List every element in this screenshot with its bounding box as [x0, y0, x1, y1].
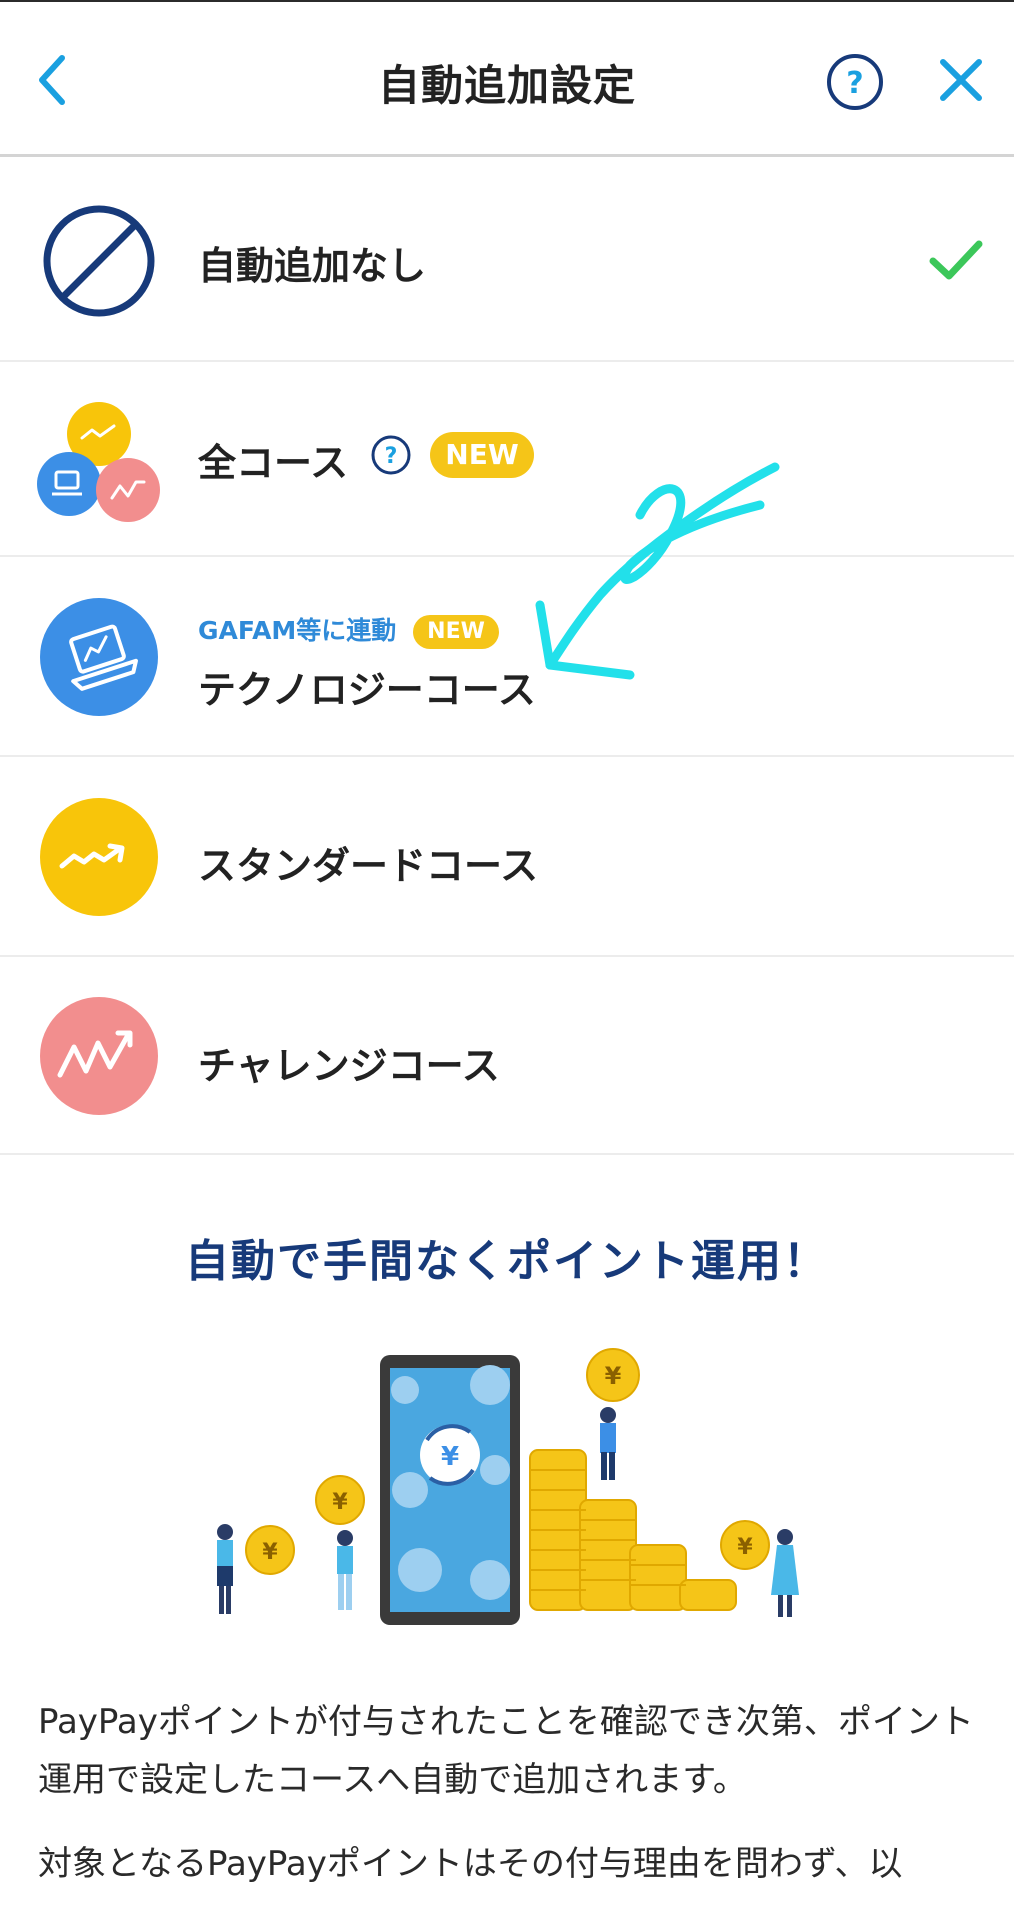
- option-label: スタンダードコース: [198, 844, 539, 888]
- close-icon: [940, 59, 982, 101]
- promo-title: 自動で手間なくポイント運用！: [185, 1236, 829, 1287]
- zigzag-up-icon: [40, 997, 158, 1115]
- option-all-courses[interactable]: 全コース ? NEW: [0, 362, 1014, 557]
- option-technology-course[interactable]: GAFAM等に連動 NEW テクノロジーコース: [0, 557, 1014, 757]
- prohibited-icon: [43, 205, 155, 317]
- question-circle-icon: ?: [827, 54, 883, 110]
- description-paragraph: PayPayポイントが付与されたことを確認でき次第、ポイント運用で設定したコース…: [38, 1702, 974, 1800]
- auto-add-settings-screen: 自動追加設定 ? 自動追加なし 全コース ? NEW GAFAM等に連動 NEW…: [0, 0, 1014, 1920]
- svg-text:¥: ¥: [262, 1540, 278, 1565]
- trend-up-icon: [40, 798, 158, 916]
- laptop-icon: [40, 598, 158, 716]
- option-label: 自動追加なし: [198, 244, 427, 288]
- svg-text:¥: ¥: [441, 1442, 459, 1472]
- question-circle-icon[interactable]: ?: [370, 434, 412, 476]
- phone-coins-illustration: ¥ ¥ ¥ ¥ ¥: [217, 1348, 799, 1625]
- svg-text:¥: ¥: [332, 1490, 348, 1515]
- all-courses-icon: [37, 402, 160, 522]
- svg-text:¥: ¥: [605, 1362, 622, 1390]
- option-challenge-course[interactable]: チャレンジコース: [0, 957, 1014, 1155]
- check-icon: [929, 240, 983, 280]
- option-subtitle: GAFAM等に連動 NEW: [198, 611, 500, 649]
- option-label: テクノロジーコース: [198, 668, 536, 712]
- new-badge: NEW: [413, 615, 500, 649]
- option-no-auto-add[interactable]: 自動追加なし: [0, 157, 1014, 362]
- svg-text:?: ?: [385, 444, 398, 469]
- option-label: チャレンジコース: [198, 1044, 500, 1088]
- option-standard-course[interactable]: スタンダードコース: [0, 757, 1014, 957]
- close-button[interactable]: [935, 54, 987, 106]
- svg-text:¥: ¥: [737, 1535, 753, 1560]
- header-bar: 自動追加設定 ?: [0, 0, 1014, 157]
- svg-text:?: ?: [846, 66, 863, 101]
- option-label: 全コース: [198, 441, 349, 485]
- help-button[interactable]: ?: [825, 52, 885, 112]
- description-paragraph: 対象となるPayPayポイントはその付与理由を問わず、以: [38, 1844, 903, 1884]
- new-badge: NEW: [430, 432, 534, 478]
